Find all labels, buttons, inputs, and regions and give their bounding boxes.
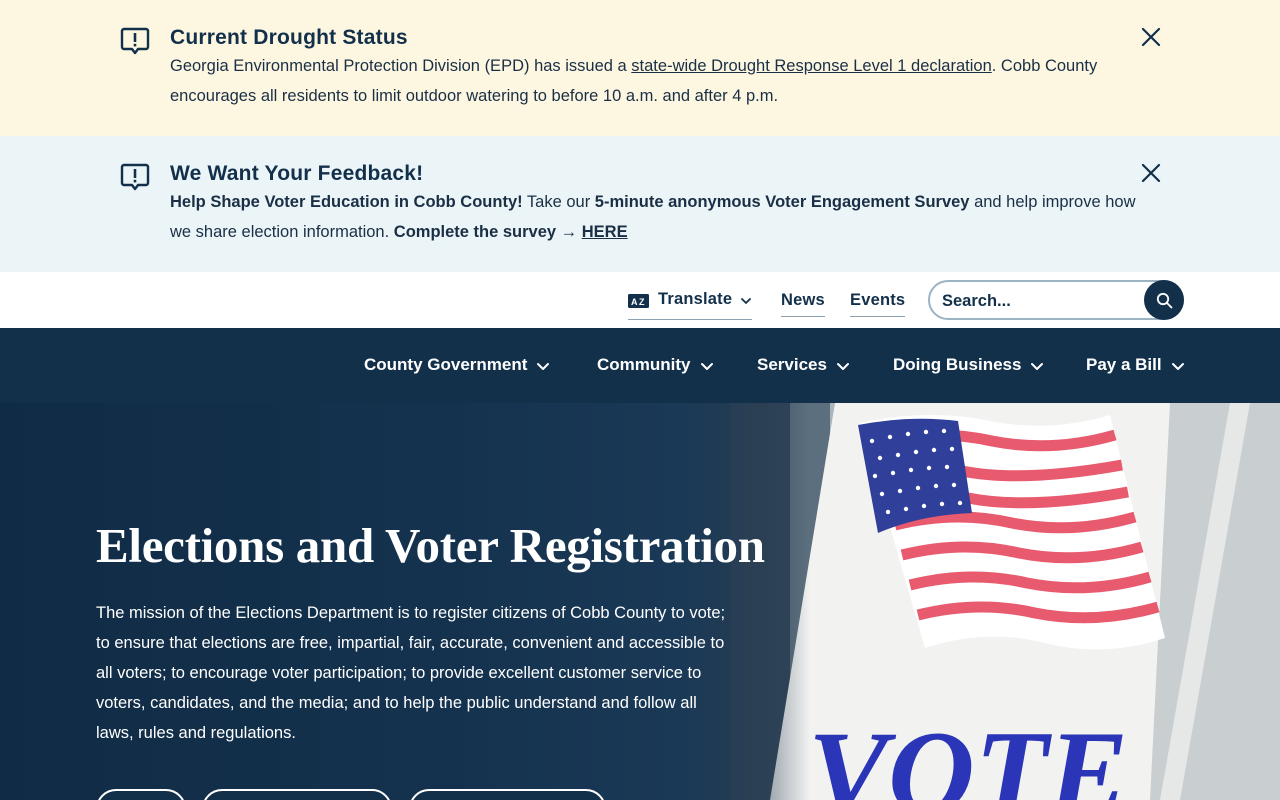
close-icon[interactable] bbox=[1139, 25, 1163, 49]
search-button[interactable] bbox=[1144, 280, 1184, 320]
nav-label: County Government bbox=[364, 355, 528, 374]
nav-pay-a-bill[interactable]: Pay a Bill bbox=[1086, 355, 1185, 375]
utility-bar: AZ Translate News Events bbox=[0, 272, 1280, 328]
hero-section: VOTE Elections and Voter Registration Th… bbox=[0, 403, 1280, 800]
drought-alert-banner: Current Drought Status Georgia Environme… bbox=[0, 0, 1280, 136]
events-link[interactable]: Events bbox=[850, 291, 906, 317]
chevron-down-icon bbox=[1031, 363, 1044, 370]
chevron-down-icon bbox=[700, 363, 713, 370]
drought-alert-title: Current Drought Status bbox=[170, 26, 408, 49]
nav-label: Community bbox=[597, 355, 691, 374]
hero-button-3[interactable] bbox=[409, 789, 606, 800]
feedback-alert-text: Help Shape Voter Education in Cobb Count… bbox=[170, 193, 1136, 241]
chevron-down-icon bbox=[741, 298, 752, 304]
hero-button-2[interactable] bbox=[202, 789, 392, 800]
hero-description: The mission of the Elections Department … bbox=[96, 604, 726, 742]
translate-button[interactable]: AZ Translate bbox=[628, 290, 753, 320]
nav-county-government[interactable]: County Government bbox=[364, 355, 550, 375]
vote-sign-text: VOTE bbox=[808, 706, 1128, 800]
translate-label: Translate bbox=[658, 290, 733, 308]
survey-here-link[interactable]: HERE bbox=[582, 223, 628, 241]
search-input[interactable] bbox=[942, 290, 1142, 312]
news-link[interactable]: News bbox=[781, 291, 825, 317]
drought-alert-text: Georgia Environmental Protection Divisio… bbox=[170, 57, 1098, 105]
chevron-down-icon bbox=[1171, 363, 1184, 370]
alert-message-icon bbox=[119, 25, 151, 57]
vote-sign-illustration: VOTE bbox=[730, 403, 1280, 800]
search-box bbox=[928, 280, 1184, 320]
nav-label: Pay a Bill bbox=[1086, 355, 1162, 374]
main-navigation: County Government Community Services Doi… bbox=[0, 328, 1280, 403]
chevron-down-icon bbox=[537, 363, 550, 370]
hero-button-1[interactable] bbox=[96, 789, 186, 800]
search-icon bbox=[1156, 292, 1172, 308]
nav-community[interactable]: Community bbox=[597, 355, 714, 375]
page-title: Elections and Voter Registration bbox=[96, 518, 765, 573]
svg-text:Z: Z bbox=[639, 297, 645, 307]
nav-label: Services bbox=[757, 355, 827, 374]
svg-text:A: A bbox=[631, 297, 638, 307]
translate-icon: AZ bbox=[628, 294, 649, 308]
nav-label: Doing Business bbox=[893, 355, 1022, 374]
close-icon[interactable] bbox=[1139, 161, 1163, 185]
chevron-down-icon bbox=[836, 363, 849, 370]
nav-doing-business[interactable]: Doing Business bbox=[893, 355, 1044, 375]
hero-vote-sign-image: VOTE bbox=[730, 403, 1280, 800]
feedback-alert-title: We Want Your Feedback! bbox=[170, 162, 424, 185]
alert-message-icon bbox=[119, 161, 151, 193]
nav-services[interactable]: Services bbox=[757, 355, 850, 375]
drought-declaration-link[interactable]: state-wide Drought Response Level 1 decl… bbox=[631, 57, 991, 75]
